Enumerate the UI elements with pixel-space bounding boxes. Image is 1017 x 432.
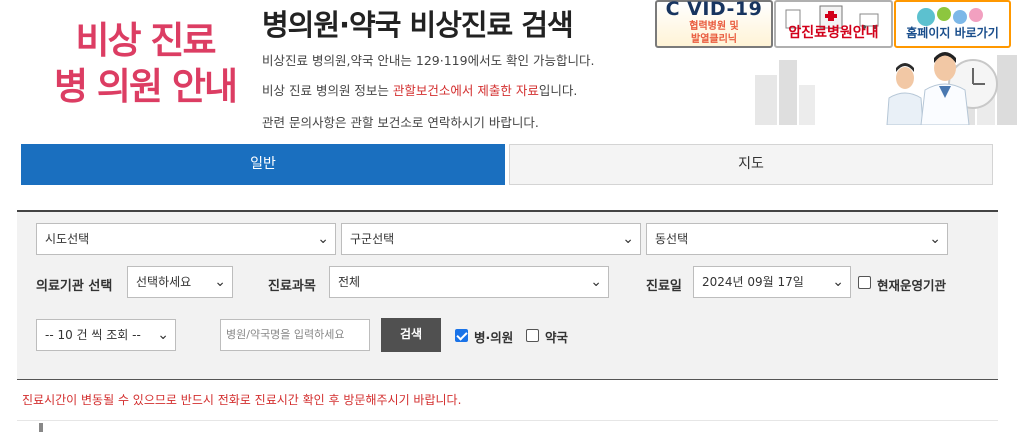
chevron-down-icon: ⌄ (214, 274, 226, 290)
chevron-down-icon: ⌄ (317, 231, 329, 247)
chevron-down-icon: ⌄ (157, 327, 169, 343)
homepage-banner-label: 홈페이지 바로가기 (906, 26, 999, 40)
tab-general[interactable]: 일반 (21, 144, 505, 185)
homepage-link-banner[interactable]: 홈페이지 바로가기 (894, 0, 1011, 48)
cancer-hospital-banner[interactable]: 암진료병원안내 (774, 0, 893, 48)
info-line-1: 비상진료 병의원,약국 안내는 129·119에서도 확인 가능합니다. (262, 53, 595, 68)
info-line-2-suffix: 입니다. (538, 83, 578, 98)
divider (17, 420, 998, 421)
tab-map[interactable]: 지도 (509, 144, 993, 185)
hospital-checkbox[interactable] (455, 329, 468, 342)
subject-label: 진료과목 (268, 279, 316, 294)
info-line-2-highlight: 관할보건소에서 제출한 자료 (392, 83, 539, 98)
info-line-2-prefix: 비상 진료 병의원 정보는 (262, 83, 393, 98)
pharmacy-checkbox[interactable] (526, 329, 539, 342)
brand-line-1: 비상 진료 (75, 19, 216, 62)
result-area-marker (39, 423, 43, 432)
operating-now-label: 현재운영기관 (877, 278, 947, 293)
institution-select[interactable]: 선택하세요 ⌄ (127, 266, 233, 298)
operating-now-checkbox[interactable] (858, 276, 871, 289)
gugun-select[interactable]: 구군선택 ⌄ (341, 223, 641, 255)
notice-text: 진료시간이 변동될 수 있으므로 반드시 전화로 진료시간 확인 후 방문해주시… (22, 393, 462, 407)
doctor-illustration (875, 38, 1015, 125)
pharmacy-checkbox-label: 약국 (545, 330, 569, 345)
covid-banner-title: C VID-19 (665, 0, 763, 20)
subject-select[interactable]: 전체 ⌄ (329, 266, 609, 298)
per-page-select-value: -- 10 건 씩 조회 -- (45, 328, 141, 342)
banner-area: C VID-19 협력병원 및 발열클리닉 암진료병원안내 홈페이지 바로가기 (655, 0, 1017, 125)
subject-select-value: 전체 (338, 275, 361, 289)
cancer-banner-label: 암진료병원안내 (788, 25, 879, 41)
search-input[interactable]: 병원/약국명을 입력하세요 (220, 319, 370, 351)
sido-select[interactable]: 시도선택 ⌄ (36, 223, 336, 255)
page-title: 병의원·약국 비상진료 검색 (262, 8, 574, 42)
brand-logo-text: 비상 진료 병 의원 안내 (40, 18, 250, 110)
chevron-down-icon: ⌄ (622, 231, 634, 247)
date-select-value: 2024년 09월 17일 (702, 275, 804, 289)
chevron-down-icon: ⌄ (929, 231, 941, 247)
sido-select-value: 시도선택 (45, 232, 90, 246)
info-line-3: 관련 문의사항은 관할 보건소로 연락하시기 바랍니다. (262, 115, 539, 130)
brand-line-2: 병 의원 안내 (54, 65, 238, 108)
search-filter-panel: 시도선택 ⌄ 구군선택 ⌄ 동선택 ⌄ 의료기관 선택 선택하세요 ⌄ 진료과목… (17, 210, 998, 380)
covid-banner-sub-2: 발열클리닉 (691, 34, 737, 45)
institution-select-value: 선택하세요 (136, 275, 192, 289)
chevron-down-icon: ⌄ (832, 274, 844, 290)
gugun-select-value: 구군선택 (350, 232, 395, 246)
date-label: 진료일 (646, 279, 682, 294)
dong-select[interactable]: 동선택 ⌄ (646, 223, 948, 255)
dong-select-value: 동선택 (655, 232, 689, 246)
info-line-2: 비상 진료 병의원 정보는 관할보건소에서 제출한 자료입니다. (262, 80, 577, 99)
covid-clinic-banner[interactable]: C VID-19 협력병원 및 발열클리닉 (655, 0, 773, 48)
date-select[interactable]: 2024년 09월 17일 ⌄ (693, 266, 851, 298)
covid-banner-sub-1: 협력병원 및 (689, 21, 739, 32)
institution-label: 의료기관 선택 (36, 279, 113, 294)
chevron-down-icon: ⌄ (590, 274, 602, 290)
hospital-checkbox-label: 병·의원 (474, 330, 514, 345)
per-page-select[interactable]: -- 10 건 씩 조회 -- ⌄ (36, 319, 176, 351)
search-button[interactable]: 검색 (381, 318, 441, 352)
